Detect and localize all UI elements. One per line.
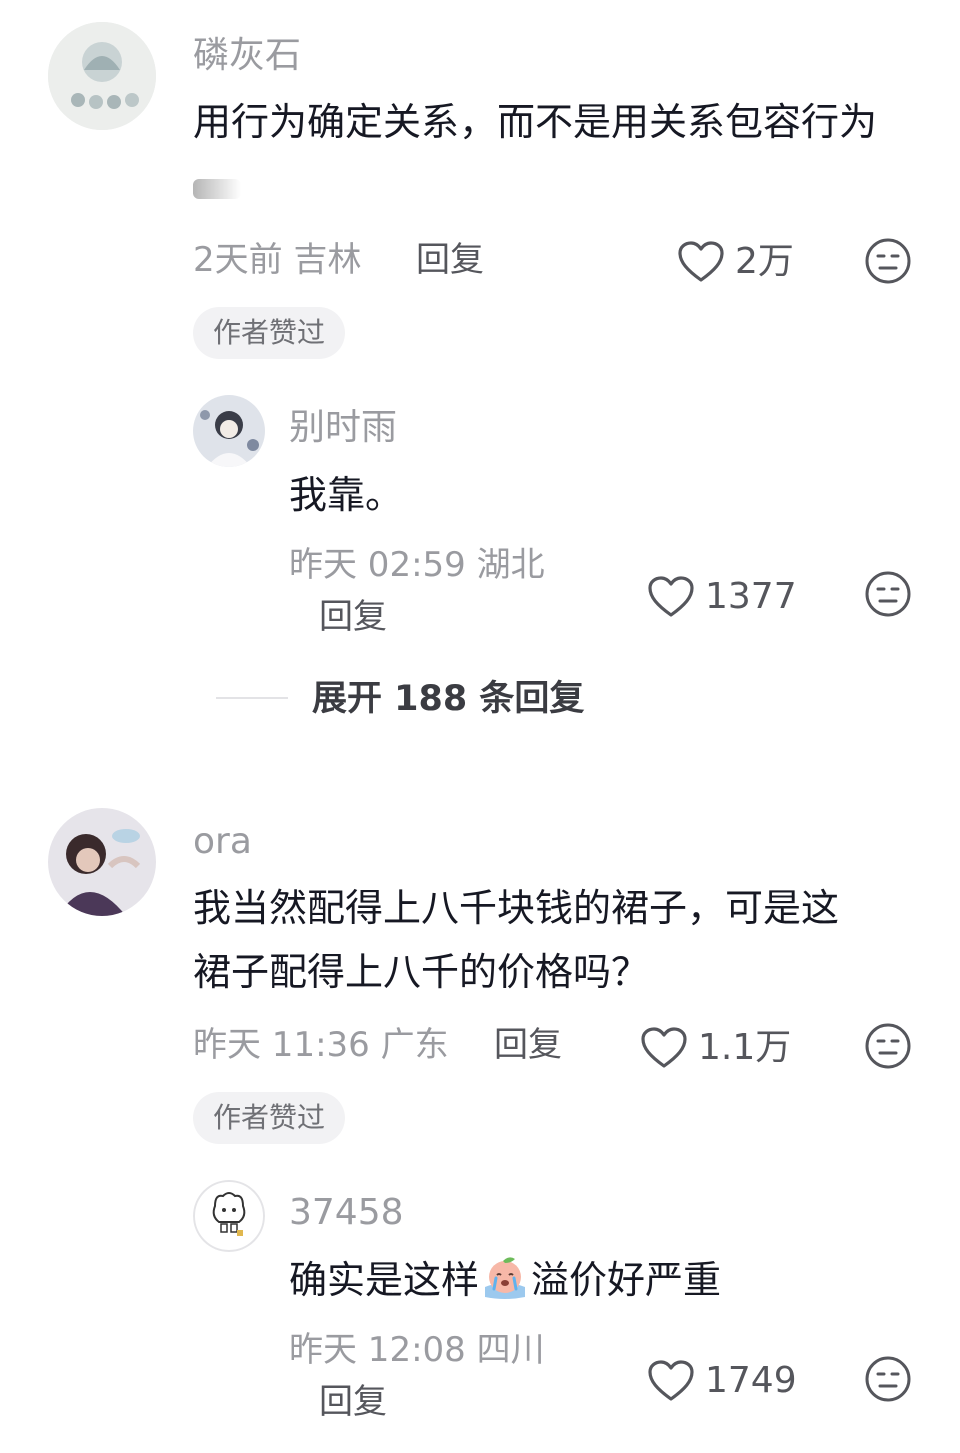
reply-avatar[interactable] bbox=[193, 1180, 265, 1252]
comment-author[interactable]: ora bbox=[193, 822, 252, 862]
like-button[interactable]: 2万 bbox=[677, 240, 794, 284]
reply-avatar[interactable] bbox=[193, 395, 265, 467]
comment-text-content: 用行为确定关系，而不是用关系包容行为 bbox=[193, 100, 878, 144]
dislike-button[interactable] bbox=[864, 570, 912, 618]
like-count: 1377 bbox=[705, 576, 797, 617]
reply-avatar-image bbox=[193, 395, 265, 467]
heart-outline-icon bbox=[648, 576, 694, 617]
expand-divider bbox=[216, 697, 288, 699]
avatar[interactable] bbox=[48, 808, 156, 916]
reply-button[interactable]: 回复 bbox=[319, 597, 387, 637]
reply-text-part-1: 确实是这样 bbox=[289, 1258, 480, 1302]
heart-outline-icon bbox=[648, 1360, 694, 1401]
comment-time-location: 昨天 11:36 广东 bbox=[193, 1025, 449, 1065]
crying-peach-emoji-icon bbox=[485, 1257, 526, 1299]
reply-author[interactable]: 37458 bbox=[289, 1193, 404, 1233]
dislike-button[interactable] bbox=[864, 1355, 912, 1403]
author-liked-badge: 作者赞过 bbox=[193, 307, 346, 359]
reply-text: 我靠。 bbox=[289, 473, 404, 517]
like-button[interactable]: 1.1万 bbox=[640, 1026, 791, 1070]
comment-text: 我当然配得上八千块钱的裙子，可是这 裙子配得上八千的价格吗？ bbox=[193, 876, 913, 1004]
comment-text-line-2: 裙子配得上八千的价格吗？ bbox=[193, 950, 650, 994]
heart-outline-icon bbox=[641, 1027, 687, 1068]
avatar-image bbox=[48, 22, 156, 130]
reply-author[interactable]: 别时雨 bbox=[289, 408, 397, 448]
dislike-button[interactable] bbox=[864, 1022, 912, 1070]
reply-text: 确实是这样 溢价好严重 bbox=[289, 1248, 721, 1312]
heart-outline-icon bbox=[678, 241, 724, 282]
neutral-face-icon bbox=[865, 238, 911, 284]
comment-time-location: 2天前 吉林 bbox=[193, 240, 362, 280]
like-count: 1.1万 bbox=[698, 1027, 792, 1068]
author-liked-badge: 作者赞过 bbox=[193, 1092, 346, 1144]
avatar-image bbox=[48, 808, 156, 916]
avatar[interactable] bbox=[48, 22, 156, 130]
reply-text-part-2: 溢价好严重 bbox=[531, 1258, 722, 1302]
comment-author[interactable]: 磷灰石 bbox=[193, 36, 301, 76]
reply-button[interactable]: 回复 bbox=[319, 1382, 387, 1422]
neutral-face-icon bbox=[865, 1023, 911, 1069]
neutral-face-icon bbox=[865, 571, 911, 617]
expand-replies-button[interactable]: 展开 188 条回复 bbox=[312, 679, 584, 719]
comment-text-line-1: 我当然配得上八千块钱的裙子，可是这 bbox=[193, 886, 840, 930]
reply-avatar-image bbox=[193, 1180, 265, 1252]
reply-time-location: 昨天 02:59 湖北 bbox=[289, 545, 545, 585]
comment-text: 用行为确定关系，而不是用关系包容行为 bbox=[193, 90, 913, 218]
like-count: 1749 bbox=[705, 1360, 797, 1401]
reply-time-location: 昨天 12:08 四川 bbox=[289, 1330, 545, 1370]
reply-button[interactable]: 回复 bbox=[416, 240, 484, 280]
neutral-face-icon bbox=[865, 1356, 911, 1402]
reply-button[interactable]: 回复 bbox=[494, 1025, 562, 1065]
like-count: 2万 bbox=[735, 241, 794, 282]
like-button[interactable]: 1749 bbox=[647, 1359, 797, 1403]
like-button[interactable]: 1377 bbox=[647, 575, 797, 619]
blurred-text-tail bbox=[193, 178, 241, 199]
dislike-button[interactable] bbox=[864, 237, 912, 285]
